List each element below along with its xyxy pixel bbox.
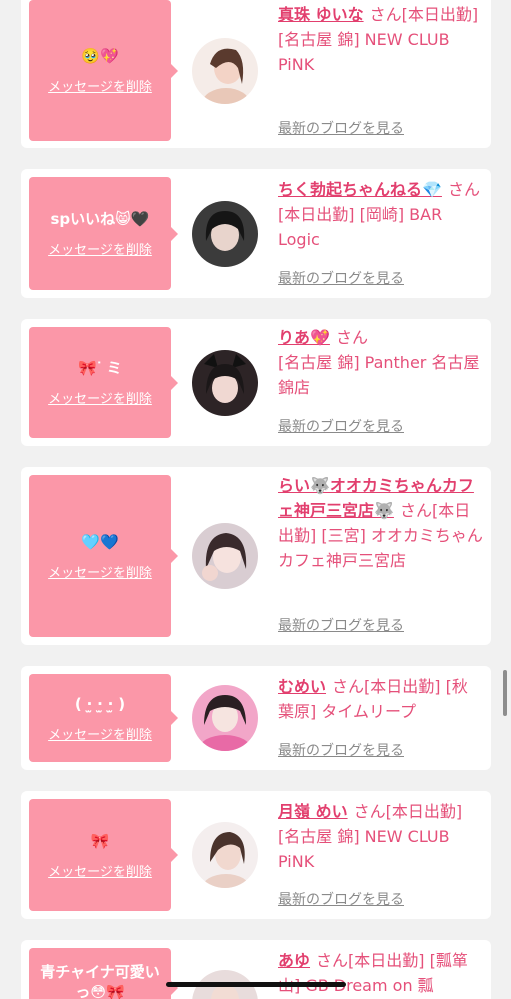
avatar[interactable] bbox=[192, 822, 258, 888]
message-text: 🎀 bbox=[90, 831, 110, 850]
list-item: 🎀 メッセージを削除 月嶺 めい さん[本日出勤] [名古屋 錦] NEW CLU… bbox=[21, 791, 491, 919]
latest-blog-link[interactable]: 最新のブログを見る bbox=[278, 268, 404, 288]
home-indicator[interactable] bbox=[166, 982, 346, 987]
list-item: 🥹💖 メッセージを削除 真珠 ゆいな さん[本日出勤] [名古屋 錦] NEW C… bbox=[21, 0, 491, 148]
avatar[interactable] bbox=[192, 523, 258, 589]
message-bubble: 🩵💙 メッセージを削除 bbox=[29, 475, 178, 637]
list-item: spいいね😸🖤 メッセージを削除 ちく勃起ちゃんねる💎 さん[本日出勤] [岡崎]… bbox=[21, 169, 491, 298]
latest-blog-link[interactable]: 最新のブログを見る bbox=[278, 889, 404, 909]
honorific: さん bbox=[332, 677, 365, 696]
message-text: 🩵💙 bbox=[81, 532, 119, 551]
message-text: 🎀ᐝ ミ bbox=[78, 359, 122, 377]
message-bubble: 🎀ᐝ ミ メッセージを削除 bbox=[29, 327, 178, 438]
message-text: ( ‧̫ ‧̫ ‧̫ ) bbox=[74, 694, 126, 713]
delete-message-link[interactable]: メッセージを削除 bbox=[48, 388, 152, 407]
cast-info: あゆ さん[本日出勤] [瓢箪山] GB Dream on 瓢 bbox=[278, 948, 483, 998]
message-text: 青チャイナ可愛い っ😳🎀 bbox=[40, 963, 160, 999]
delete-message-link[interactable]: メッセージを削除 bbox=[48, 724, 152, 743]
message-bubble: 🎀 メッセージを削除 bbox=[29, 799, 178, 911]
cast-info: らい🐺オオカミちゃんカフェ神戸三宮店🐺 さん[本日出勤] [三宮] オオカミちゃん… bbox=[278, 473, 483, 573]
cast-name-link[interactable]: 月嶺 めい bbox=[278, 802, 348, 821]
avatar[interactable] bbox=[192, 685, 258, 751]
delete-message-link[interactable]: メッセージを削除 bbox=[48, 76, 152, 95]
cast-info: ちく勃起ちゃんねる💎 さん[本日出勤] [岡崎] BAR Logic bbox=[278, 177, 483, 252]
message-text: spいいね😸🖤 bbox=[50, 210, 150, 228]
list-item: 🩵💙 メッセージを削除 らい🐺オオカミちゃんカフェ神戸三宮店🐺 さん[本日出勤] … bbox=[21, 467, 491, 645]
delete-message-link[interactable]: メッセージを削除 bbox=[48, 861, 152, 880]
cast-name-link[interactable]: 真珠 ゆいな bbox=[278, 5, 364, 24]
list-item: ( ‧̫ ‧̫ ‧̫ ) メッセージを削除 むめい さん[本日出勤] [秋葉原] … bbox=[21, 666, 491, 770]
latest-blog-link[interactable]: 最新のブログを見る bbox=[278, 615, 404, 635]
message-bubble: spいいね😸🖤 メッセージを削除 bbox=[29, 177, 178, 290]
latest-blog-link[interactable]: 最新のブログを見る bbox=[278, 740, 404, 760]
message-text: 🥹💖 bbox=[81, 47, 119, 65]
cast-name-link[interactable]: ちく勃起ちゃんねる💎 bbox=[278, 180, 442, 199]
message-bubble: ( ‧̫ ‧̫ ‧̫ ) メッセージを削除 bbox=[29, 674, 178, 762]
list-item: 🎀ᐝ ミ メッセージを削除 りあ💖 さん [名古屋 錦] Panther 名古屋錦店… bbox=[21, 319, 491, 446]
cast-info: むめい さん[本日出勤] [秋葉原] タイムリープ bbox=[278, 674, 483, 724]
list-item: 青チャイナ可愛い っ😳🎀 あゆ さん[本日出勤] [瓢箪山] GB Dream o… bbox=[21, 940, 491, 999]
honorific: さん bbox=[399, 501, 432, 520]
avatar[interactable] bbox=[192, 350, 258, 416]
avatar[interactable] bbox=[192, 201, 258, 267]
message-list: 🥹💖 メッセージを削除 真珠 ゆいな さん[本日出勤] [名古屋 錦] NEW C… bbox=[0, 0, 511, 999]
cast-info: 真珠 ゆいな さん[本日出勤] [名古屋 錦] NEW CLUB PiNK bbox=[278, 2, 483, 77]
honorific: さん bbox=[353, 802, 386, 821]
cast-info: りあ💖 さん [名古屋 錦] Panther 名古屋錦店 bbox=[278, 325, 483, 400]
honorific: さん bbox=[316, 951, 349, 970]
delete-message-link[interactable]: メッセージを削除 bbox=[48, 239, 152, 258]
honorific: さん bbox=[447, 180, 480, 199]
cast-info: 月嶺 めい さん[本日出勤] [名古屋 錦] NEW CLUB PiNK bbox=[278, 799, 483, 874]
scrollbar-thumb[interactable] bbox=[503, 670, 507, 716]
cast-name-link[interactable]: むめい bbox=[278, 677, 326, 696]
honorific: さん bbox=[335, 328, 368, 347]
cast-details: [名古屋 錦] Panther 名古屋錦店 bbox=[278, 353, 480, 397]
cast-name-link[interactable]: りあ💖 bbox=[278, 328, 330, 347]
message-bubble: 青チャイナ可愛い っ😳🎀 bbox=[29, 948, 178, 999]
cast-name-link[interactable]: あゆ bbox=[278, 951, 310, 970]
message-bubble: 🥹💖 メッセージを削除 bbox=[29, 0, 178, 141]
latest-blog-link[interactable]: 最新のブログを見る bbox=[278, 118, 404, 138]
honorific: さん bbox=[369, 5, 402, 24]
latest-blog-link[interactable]: 最新のブログを見る bbox=[278, 416, 404, 436]
delete-message-link[interactable]: メッセージを削除 bbox=[48, 562, 152, 581]
avatar[interactable] bbox=[192, 38, 258, 104]
cast-details: [本日出勤] [岡崎] BAR Logic bbox=[278, 205, 443, 249]
